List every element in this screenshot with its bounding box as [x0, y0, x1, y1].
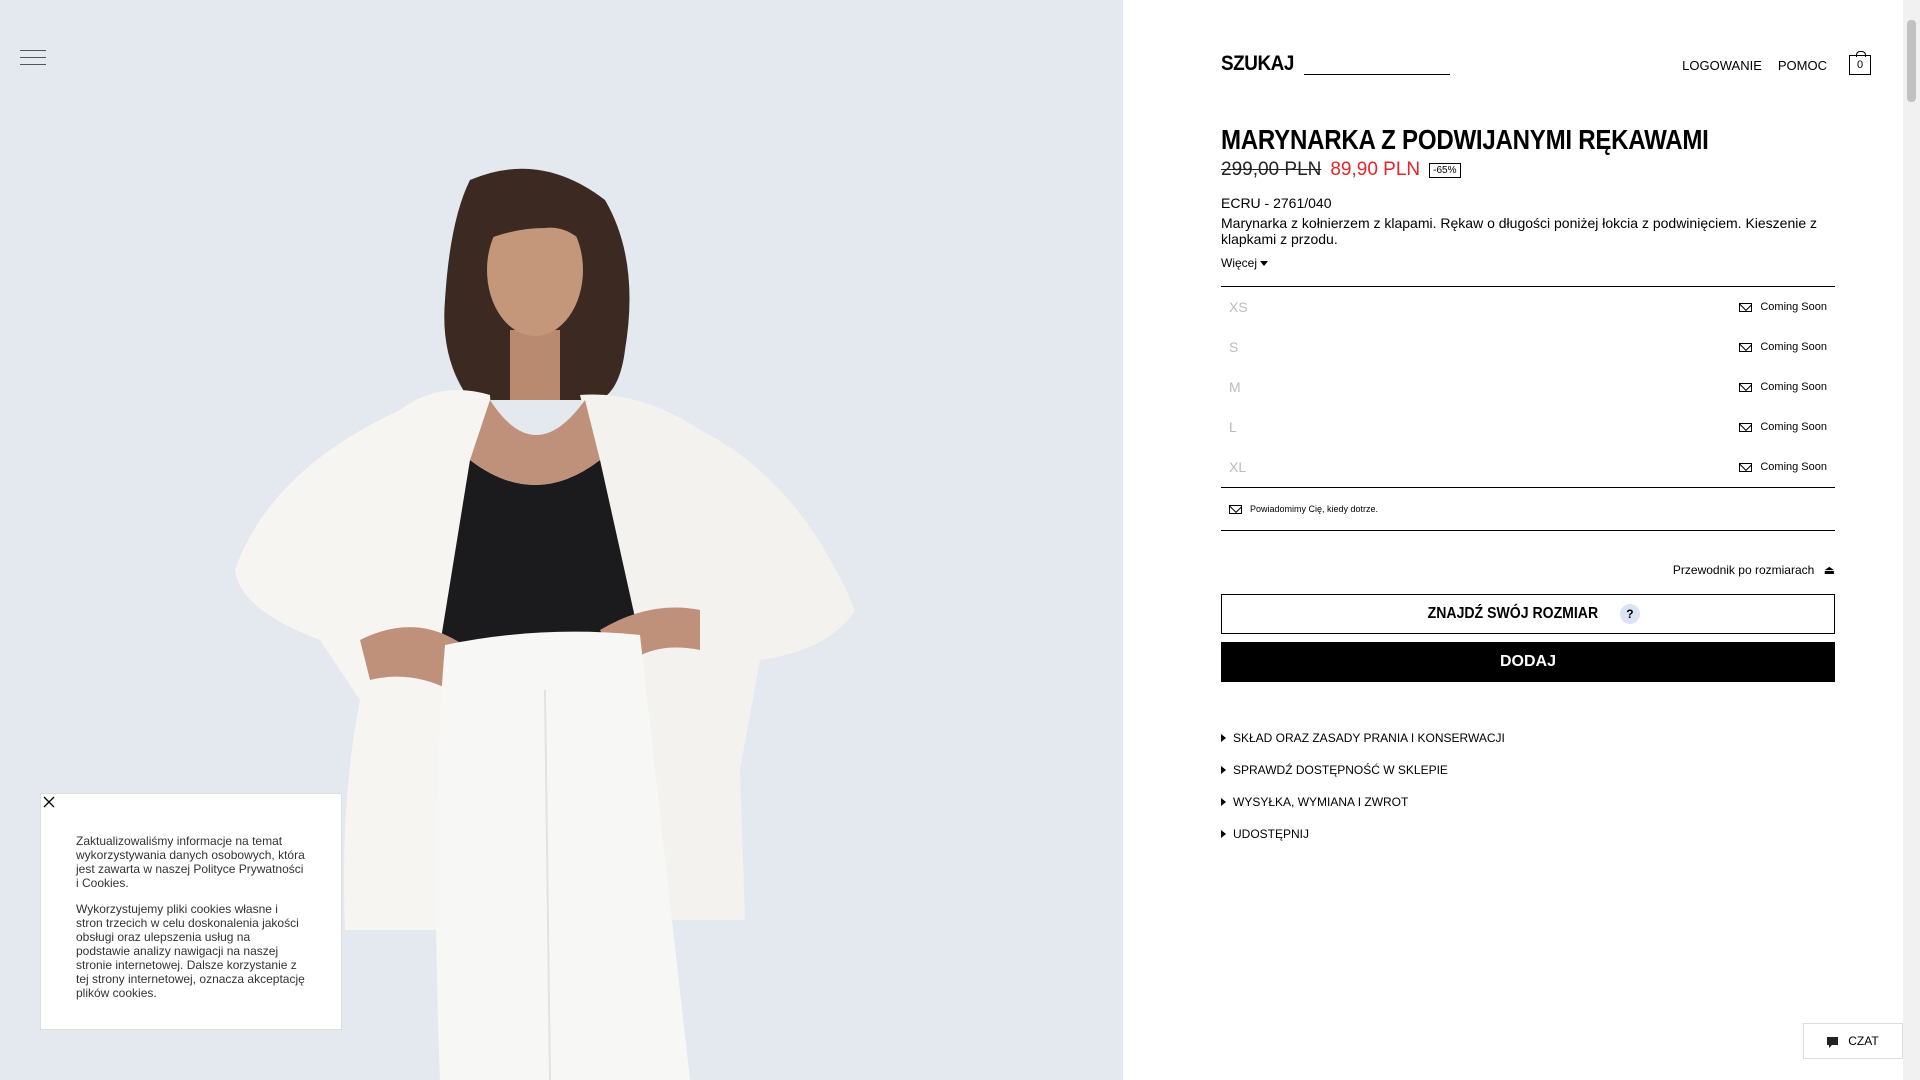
help-icon: ? — [1619, 604, 1640, 624]
size-option-s[interactable]: S Coming Soon — [1221, 327, 1835, 367]
size-label: XL — [1229, 459, 1247, 475]
accordion-share[interactable]: UDOSTĘPNIJ — [1221, 818, 1505, 850]
chevron-right-icon — [1221, 766, 1226, 774]
size-guide-link[interactable]: Przewodnik po rozmiarach ⏏ — [1221, 563, 1835, 577]
chat-button[interactable]: CZAT — [1803, 1023, 1903, 1059]
coming-soon-label: Coming Soon — [1760, 301, 1827, 313]
scrollbar[interactable] — [1903, 0, 1920, 1080]
chat-label: CZAT — [1848, 1034, 1879, 1048]
cookie-text-1: Zaktualizowaliśmy informacje na temat wy… — [76, 834, 305, 890]
coming-soon[interactable]: Coming Soon — [1739, 341, 1827, 353]
sale-price: 89,90 PLN — [1330, 159, 1421, 180]
size-option-m[interactable]: M Coming Soon — [1221, 367, 1835, 407]
menu-icon[interactable] — [20, 50, 46, 68]
coming-soon-label: Coming Soon — [1760, 461, 1827, 473]
hanger-icon: ⏏ — [1823, 563, 1835, 577]
product-photo: Zaktualizowaliśmy informacje na temat wy… — [0, 0, 1123, 1080]
size-guide-label: Przewodnik po rozmiarach — [1672, 563, 1815, 577]
envelope-icon — [1739, 382, 1753, 392]
coming-soon[interactable]: Coming Soon — [1739, 301, 1827, 313]
coming-soon-label: Coming Soon — [1760, 381, 1827, 393]
envelope-icon — [1739, 422, 1753, 432]
chat-icon — [1827, 1037, 1839, 1048]
more-label: Więcej — [1221, 256, 1258, 270]
envelope-icon — [1739, 462, 1753, 472]
info-accordion: SKŁAD ORAZ ZASADY PRANIA I KONSERWACJI S… — [1221, 722, 1505, 850]
envelope-icon — [1739, 342, 1753, 352]
envelope-icon — [1739, 302, 1753, 312]
size-option-xl[interactable]: XL Coming Soon — [1221, 447, 1835, 487]
color-reference: ECRU - 2761/040 — [1221, 195, 1332, 211]
notify-message: Powiadomimy Cię, kiedy dotrze. — [1221, 488, 1835, 531]
search-input-line[interactable] — [1304, 74, 1451, 75]
size-label: L — [1229, 419, 1237, 435]
add-to-cart-button[interactable]: DODAJ — [1221, 642, 1835, 682]
close-icon[interactable] — [41, 794, 57, 810]
login-link[interactable]: LOGOWANIE — [1682, 58, 1762, 73]
accordion-label: SKŁAD ORAZ ZASADY PRANIA I KONSERWACJI — [1233, 731, 1505, 745]
shopping-bag-icon[interactable]: 0 — [1849, 51, 1871, 75]
notify-text: Powiadomimy Cię, kiedy dotrze. — [1250, 504, 1379, 514]
coming-soon[interactable]: Coming Soon — [1739, 421, 1827, 433]
size-label: XS — [1229, 299, 1248, 315]
product-description: Marynarka z kołnierzem z klapami. Rękaw … — [1221, 215, 1818, 247]
accordion-store-availability[interactable]: SPRAWDŹ DOSTĘPNOŚĆ W SKLEPIE — [1221, 754, 1505, 786]
accordion-label: WYSYŁKA, WYMIANA I ZWROT — [1233, 795, 1409, 809]
coming-soon-label: Coming Soon — [1760, 341, 1827, 353]
chevron-down-icon — [1260, 261, 1269, 267]
accordion-label: UDOSTĘPNIJ — [1233, 827, 1310, 841]
chevron-right-icon — [1221, 798, 1226, 806]
accordion-label: SPRAWDŹ DOSTĘPNOŚĆ W SKLEPIE — [1233, 763, 1448, 777]
search-bar[interactable]: SZUKAJ — [1221, 52, 1451, 76]
find-size-label: ZNAJDŹ SWÓJ ROZMIAR — [1427, 605, 1599, 622]
search-label[interactable]: SZUKAJ — [1221, 52, 1294, 76]
size-option-xs[interactable]: XS Coming Soon — [1221, 287, 1835, 327]
discount-badge: -65% — [1429, 162, 1461, 178]
find-size-button[interactable]: ZNAJDŹ SWÓJ ROZMIAR ? — [1221, 594, 1835, 634]
accordion-composition[interactable]: SKŁAD ORAZ ZASADY PRANIA I KONSERWACJI — [1221, 722, 1505, 754]
size-label: S — [1229, 339, 1239, 355]
scrollbar-thumb[interactable] — [1907, 20, 1916, 102]
size-label: M — [1229, 379, 1241, 395]
coming-soon-label: Coming Soon — [1760, 421, 1827, 433]
accordion-shipping[interactable]: WYSYŁKA, WYMIANA I ZWROT — [1221, 786, 1505, 818]
chevron-right-icon — [1221, 734, 1226, 742]
cookie-text-2: Wykorzystujemy pliki cookies własne i st… — [76, 902, 305, 1000]
price-row: 299,00 PLN 89,90 PLN -65% — [1221, 159, 1461, 181]
envelope-icon — [1229, 504, 1242, 514]
more-link[interactable]: Więcej — [1221, 256, 1269, 270]
old-price: 299,00 PLN — [1221, 159, 1322, 180]
chevron-right-icon — [1221, 830, 1226, 838]
cookie-notice: Zaktualizowaliśmy informacje na temat wy… — [40, 793, 342, 1030]
top-links: LOGOWANIE POMOC 0 — [1682, 51, 1871, 75]
product-info-panel: SZUKAJ LOGOWANIE POMOC 0 MARYNARKA Z POD… — [1123, 0, 1903, 1080]
coming-soon[interactable]: Coming Soon — [1739, 381, 1827, 393]
size-list: XS Coming Soon S Coming Soon M Coming So… — [1221, 286, 1835, 488]
help-link[interactable]: POMOC — [1778, 58, 1827, 73]
coming-soon[interactable]: Coming Soon — [1739, 461, 1827, 473]
size-option-l[interactable]: L Coming Soon — [1221, 407, 1835, 447]
product-title: MARYNARKA Z PODWIJANYMI RĘKAWAMI — [1221, 124, 1709, 155]
